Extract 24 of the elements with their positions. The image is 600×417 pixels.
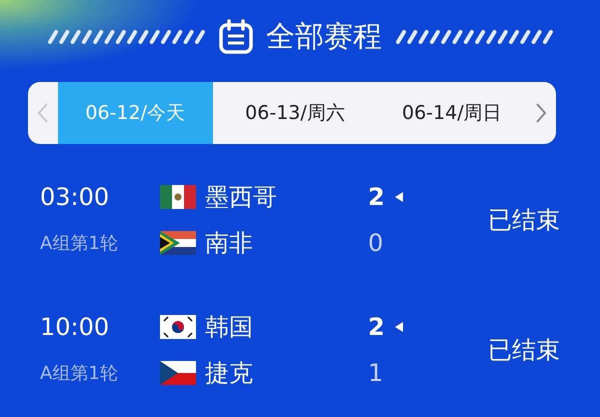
winner-marker-icon	[394, 322, 403, 332]
match-status: 已结束	[487, 205, 561, 236]
flag-icon	[160, 361, 196, 385]
team-score: 2	[368, 183, 385, 211]
match-time: 03:00	[40, 183, 110, 211]
match-time: 10:00	[40, 313, 110, 341]
team-name: 韩国	[205, 312, 253, 343]
match-round: A组第1轮	[40, 232, 119, 255]
winner-marker-icon	[394, 192, 403, 202]
team-score: 0	[368, 229, 384, 257]
flag-icon	[160, 231, 196, 255]
match-round: A组第1轮	[40, 362, 119, 385]
team-name: 南非	[205, 228, 253, 259]
team-score: 1	[368, 359, 384, 387]
flag-icon	[160, 315, 196, 339]
team-name: 捷克	[205, 358, 253, 389]
flag-icon	[160, 185, 196, 209]
calendar-icon	[218, 19, 254, 55]
date-tab[interactable]: 06-14/周日	[377, 82, 526, 144]
date-tab[interactable]: 06-13/周六	[212, 82, 378, 144]
team-name: 墨西哥	[205, 182, 277, 213]
match-status: 已结束	[487, 335, 561, 366]
team-score: 2	[368, 313, 385, 341]
page-title: 全部赛程	[266, 18, 382, 55]
